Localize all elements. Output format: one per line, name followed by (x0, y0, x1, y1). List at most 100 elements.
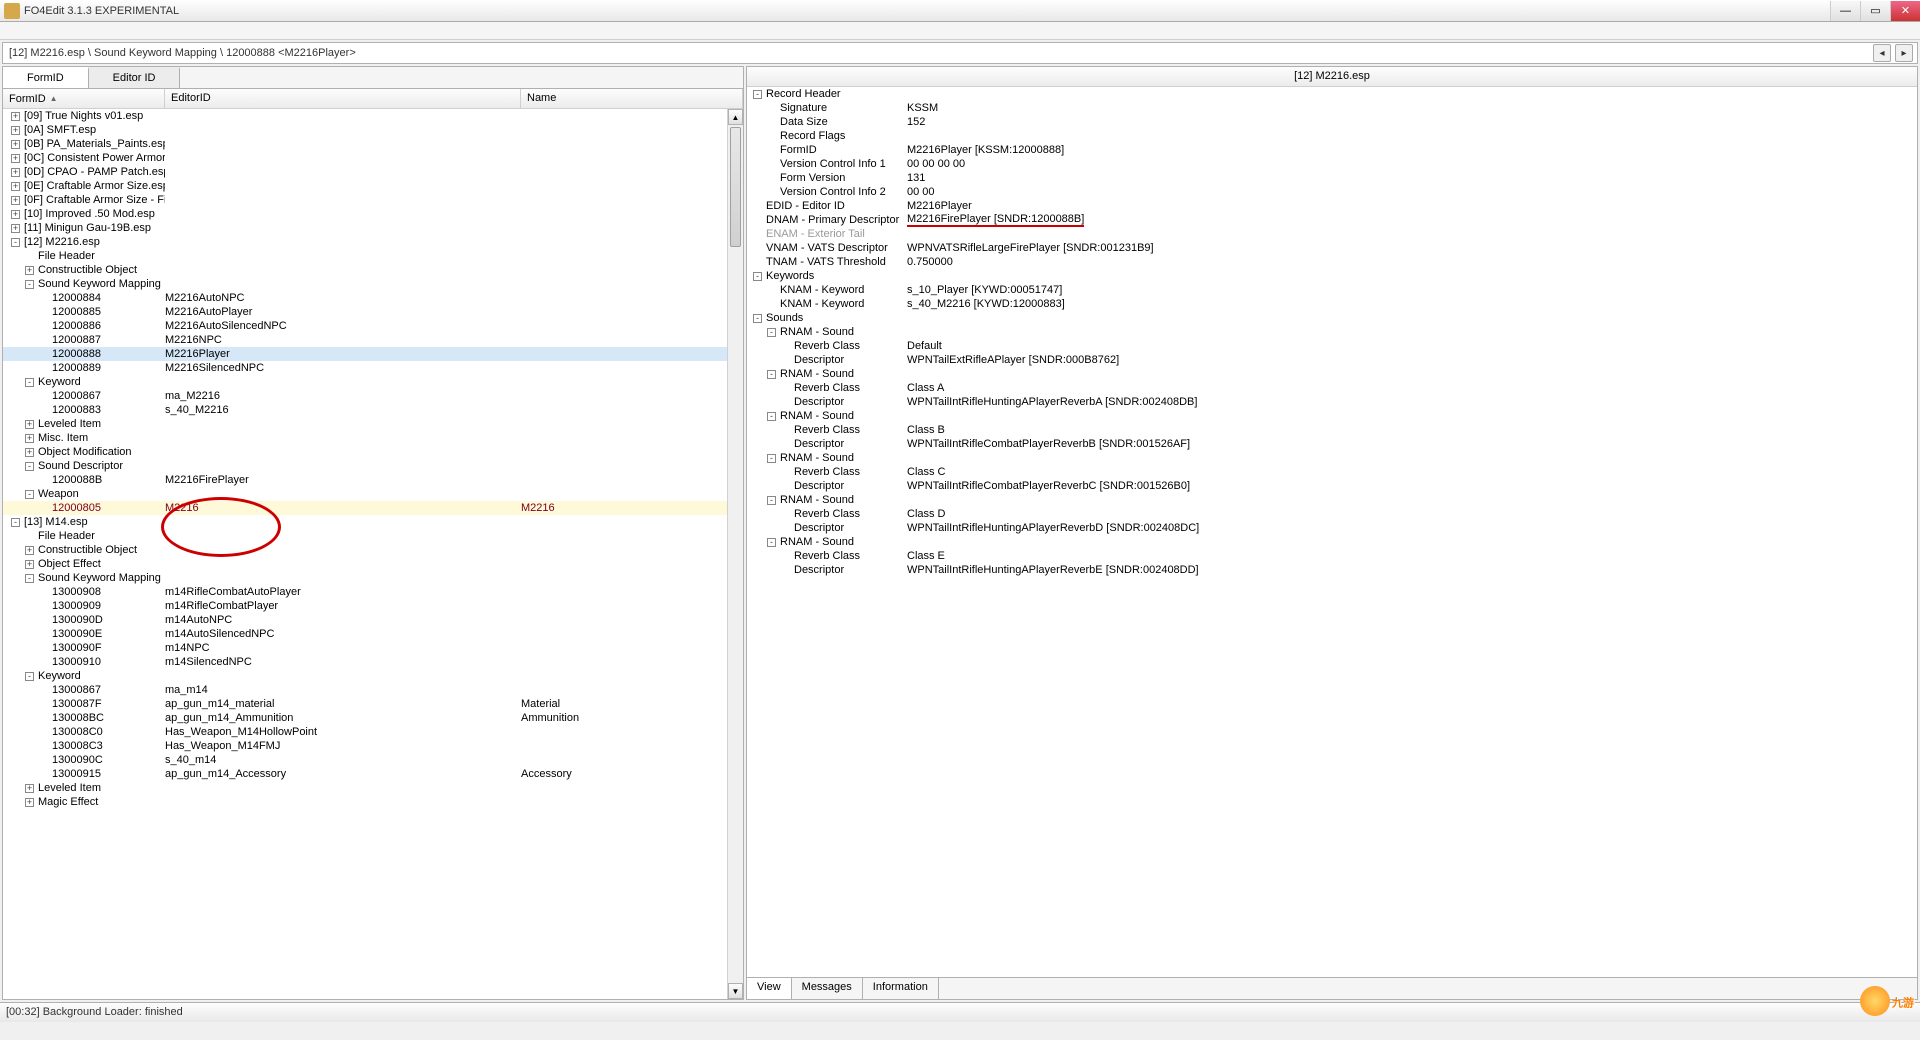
tree-row[interactable]: 1300090Fm14NPC (3, 641, 743, 655)
tree-row[interactable]: +Leveled Item (3, 781, 743, 795)
expand-icon[interactable]: + (25, 434, 34, 443)
expand-icon[interactable]: - (25, 462, 34, 471)
tree-row[interactable]: 12000888M2216Player (3, 347, 743, 361)
expand-icon[interactable]: - (753, 272, 762, 281)
tree-row[interactable]: 1300087Fap_gun_m14_materialMaterial (3, 697, 743, 711)
tree-row[interactable]: +[0E] Craftable Armor Size.esp (3, 179, 743, 193)
detail-row[interactable]: -RNAM - Sound (747, 535, 1917, 549)
detail-row[interactable]: Reverb ClassClass C (747, 465, 1917, 479)
expand-icon[interactable]: + (25, 560, 34, 569)
expand-icon[interactable]: + (25, 420, 34, 429)
tab-editorid[interactable]: Editor ID (89, 67, 181, 88)
tree-row[interactable]: 12000887M2216NPC (3, 333, 743, 347)
tree-row[interactable]: +[09] True Nights v01.esp (3, 109, 743, 123)
tree-row[interactable]: +[0A] SMFT.esp (3, 123, 743, 137)
tree-row[interactable]: +Constructible Object (3, 543, 743, 557)
scroll-up-icon[interactable]: ▲ (728, 109, 743, 125)
tree-row[interactable]: 12000884M2216AutoNPC (3, 291, 743, 305)
detail-row[interactable]: DescriptorWPNTailIntRifleHuntingAPlayerR… (747, 521, 1917, 535)
tree-row[interactable]: 13000915ap_gun_m14_AccessoryAccessory (3, 767, 743, 781)
tree-row[interactable]: +[0C] Consistent Power Armor Overhaul.es… (3, 151, 743, 165)
tree-row[interactable]: File Header (3, 529, 743, 543)
record-tree[interactable]: +[09] True Nights v01.esp+[0A] SMFT.esp+… (3, 109, 743, 999)
expand-icon[interactable]: + (11, 126, 20, 135)
detail-row[interactable]: Version Control Info 100 00 00 00 (747, 157, 1917, 171)
expand-icon[interactable]: - (11, 238, 20, 247)
tree-row[interactable]: 1300090Cs_40_m14 (3, 753, 743, 767)
tree-row[interactable]: -[12] M2216.esp (3, 235, 743, 249)
detail-row[interactable]: Reverb ClassClass E (747, 549, 1917, 563)
detail-row[interactable]: Record Flags (747, 129, 1917, 143)
scroll-down-icon[interactable]: ▼ (728, 983, 743, 999)
tree-row[interactable]: 1300090Dm14AutoNPC (3, 613, 743, 627)
tree-row[interactable]: 12000885M2216AutoPlayer (3, 305, 743, 319)
detail-row[interactable]: -Sounds (747, 311, 1917, 325)
detail-row[interactable]: Reverb ClassDefault (747, 339, 1917, 353)
expand-icon[interactable]: + (25, 546, 34, 555)
detail-row[interactable]: TNAM - VATS Threshold0.750000 (747, 255, 1917, 269)
expand-icon[interactable]: - (11, 518, 20, 527)
scrollbar[interactable]: ▲ ▼ (727, 109, 743, 999)
expand-icon[interactable]: + (11, 182, 20, 191)
detail-row[interactable]: DescriptorWPNTailIntRifleCombatPlayerRev… (747, 437, 1917, 451)
expand-icon[interactable]: - (753, 314, 762, 323)
expand-icon[interactable]: - (767, 454, 776, 463)
detail-row[interactable]: KNAM - Keywords_40_M2216 [KYWD:12000883] (747, 297, 1917, 311)
col-formid[interactable]: FormID▲ (3, 89, 165, 108)
tree-row[interactable]: -Keyword (3, 669, 743, 683)
tree-row[interactable]: -Sound Descriptor (3, 459, 743, 473)
detail-row[interactable]: Form Version131 (747, 171, 1917, 185)
tab-view[interactable]: View (747, 978, 792, 999)
tree-row[interactable]: 12000805M2216M2216 (3, 501, 743, 515)
expand-icon[interactable]: + (25, 784, 34, 793)
expand-icon[interactable]: + (11, 112, 20, 121)
detail-row[interactable]: Data Size152 (747, 115, 1917, 129)
expand-icon[interactable]: + (25, 266, 34, 275)
expand-icon[interactable]: + (25, 798, 34, 807)
detail-row[interactable]: DescriptorWPNTailIntRifleCombatPlayerRev… (747, 479, 1917, 493)
detail-row[interactable]: FormIDM2216Player [KSSM:12000888] (747, 143, 1917, 157)
scroll-thumb[interactable] (730, 127, 741, 247)
tree-row[interactable]: 12000889M2216SilencedNPC (3, 361, 743, 375)
expand-icon[interactable]: + (11, 210, 20, 219)
detail-row[interactable]: EDID - Editor IDM2216Player (747, 199, 1917, 213)
detail-row[interactable]: -Keywords (747, 269, 1917, 283)
tree-row[interactable]: 130008BCap_gun_m14_AmmunitionAmmunition (3, 711, 743, 725)
tree-row[interactable]: +Misc. Item (3, 431, 743, 445)
expand-icon[interactable]: + (11, 168, 20, 177)
tab-formid[interactable]: FormID (3, 67, 89, 88)
expand-icon[interactable]: - (25, 672, 34, 681)
tree-row[interactable]: +Magic Effect (3, 795, 743, 809)
tree-row[interactable]: -Sound Keyword Mapping (3, 277, 743, 291)
detail-row[interactable]: VNAM - VATS DescriptorWPNVATSRifleLargeF… (747, 241, 1917, 255)
detail-row[interactable]: DescriptorWPNTailIntRifleHuntingAPlayerR… (747, 395, 1917, 409)
expand-icon[interactable]: - (767, 412, 776, 421)
expand-icon[interactable]: - (767, 538, 776, 547)
tree-row[interactable]: +[0D] CPAO - PAMP Patch.esp (3, 165, 743, 179)
detail-row[interactable]: -Record Header (747, 87, 1917, 101)
tree-row[interactable]: +Constructible Object (3, 263, 743, 277)
close-button[interactable]: ✕ (1890, 1, 1920, 21)
col-name[interactable]: Name (521, 89, 743, 108)
expand-icon[interactable]: + (25, 448, 34, 457)
tree-row[interactable]: +[11] Minigun Gau-19B.esp (3, 221, 743, 235)
detail-row[interactable]: Reverb ClassClass A (747, 381, 1917, 395)
tree-row[interactable]: 1300090Em14AutoSilencedNPC (3, 627, 743, 641)
tree-row[interactable]: -Keyword (3, 375, 743, 389)
tree-row[interactable]: +[0F] Craftable Armor Size - Fix Materia… (3, 193, 743, 207)
minimize-button[interactable]: — (1830, 1, 1860, 21)
tree-row[interactable]: +[0B] PA_Materials_Paints.esp (3, 137, 743, 151)
tree-row[interactable]: 130008C3Has_Weapon_M14FMJ (3, 739, 743, 753)
detail-row[interactable]: -RNAM - Sound (747, 409, 1917, 423)
detail-row[interactable]: -RNAM - Sound (747, 367, 1917, 381)
detail-row[interactable]: DescriptorWPNTailExtRifleAPlayer [SNDR:0… (747, 353, 1917, 367)
detail-row[interactable]: Reverb ClassClass B (747, 423, 1917, 437)
tree-row[interactable]: 13000867ma_m14 (3, 683, 743, 697)
tree-row[interactable]: +Object Effect (3, 557, 743, 571)
detail-row[interactable]: DescriptorWPNTailIntRifleHuntingAPlayerR… (747, 563, 1917, 577)
forward-button[interactable]: ▸ (1895, 44, 1913, 62)
tree-row[interactable]: 1200088BM2216FirePlayer (3, 473, 743, 487)
expand-icon[interactable]: - (767, 496, 776, 505)
expand-icon[interactable]: + (11, 140, 20, 149)
tree-row[interactable]: 13000910m14SilencedNPC (3, 655, 743, 669)
